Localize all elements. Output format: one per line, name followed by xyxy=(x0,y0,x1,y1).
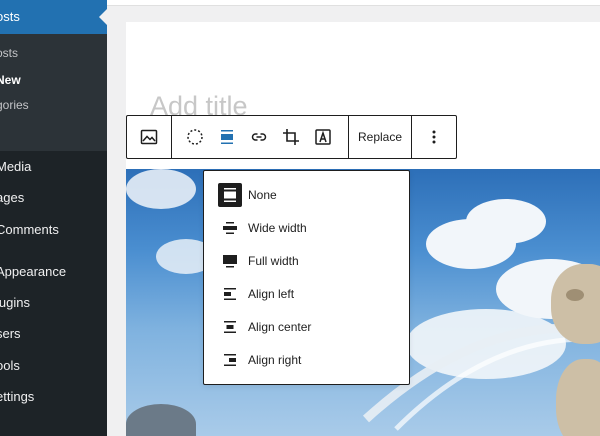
sidebar-item-label: osts xyxy=(0,9,20,24)
sidebar-item-tools[interactable]: ools xyxy=(0,358,20,373)
block-toolbar: Replace xyxy=(126,115,457,159)
sidebar-item-appearance[interactable]: Appearance xyxy=(0,264,66,279)
duotone-icon xyxy=(187,129,203,145)
align-option-label: Align right xyxy=(248,353,302,367)
duotone-button[interactable] xyxy=(179,116,211,158)
replace-label: Replace xyxy=(357,130,403,144)
replace-button[interactable]: Replace xyxy=(349,116,411,158)
sidebar-item-plugins[interactable]: lugins xyxy=(0,295,30,310)
photo-building xyxy=(126,404,196,436)
sidebar-item-settings[interactable]: ettings xyxy=(0,389,34,404)
align-option-none[interactable]: None xyxy=(204,179,409,212)
align-option-label: Align center xyxy=(248,320,312,334)
editor-header xyxy=(107,0,600,6)
align-right-icon xyxy=(218,348,242,372)
crop-button[interactable] xyxy=(275,116,307,158)
text-over-image-button[interactable] xyxy=(307,116,339,158)
align-option-label: Full width xyxy=(248,254,299,268)
sidebar-item-media[interactable]: Media xyxy=(0,159,31,174)
submenu-item-all-posts[interactable]: osts xyxy=(0,46,18,60)
more-options-icon xyxy=(432,130,436,144)
align-option-center[interactable]: Align center xyxy=(204,311,409,344)
sidebar-item-users[interactable]: sers xyxy=(0,326,21,341)
text-over-image-icon xyxy=(315,129,331,145)
align-option-label: None xyxy=(248,188,277,202)
sidebar-item-pages[interactable]: ages xyxy=(0,190,24,205)
align-option-full[interactable]: Full width xyxy=(204,245,409,278)
photo-merlion-head xyxy=(551,264,600,344)
align-center-icon xyxy=(218,315,242,339)
align-full-icon xyxy=(218,249,242,273)
align-option-label: Align left xyxy=(248,287,295,301)
photo-merlion-body xyxy=(556,359,600,436)
posts-submenu: osts New gories xyxy=(0,34,107,151)
admin-sidebar: osts osts New gories Media ages Comments… xyxy=(0,0,107,436)
align-button[interactable] xyxy=(211,116,243,158)
align-option-wide[interactable]: Wide width xyxy=(204,212,409,245)
block-type-button[interactable] xyxy=(127,116,171,158)
photo-merlion-eye xyxy=(566,289,584,301)
align-icon xyxy=(221,130,233,144)
align-option-left[interactable]: Align left xyxy=(204,278,409,311)
sidebar-item-comments[interactable]: Comments xyxy=(0,222,59,237)
alignment-dropdown: None Wide width Full width Align left Al… xyxy=(203,170,410,385)
align-left-icon xyxy=(218,282,242,306)
align-wide-icon xyxy=(218,216,242,240)
more-options-button[interactable] xyxy=(412,116,456,158)
crop-icon xyxy=(283,129,299,145)
submenu-item-add-new[interactable]: New xyxy=(0,73,21,87)
sidebar-item-posts[interactable]: osts xyxy=(0,0,107,34)
link-icon xyxy=(251,133,267,141)
submenu-item-categories[interactable]: gories xyxy=(0,98,29,112)
align-none-icon xyxy=(218,183,242,207)
link-button[interactable] xyxy=(243,116,275,158)
align-option-right[interactable]: Align right xyxy=(204,344,409,377)
active-indicator-arrow xyxy=(99,9,107,25)
image-icon xyxy=(140,129,158,145)
toolbar-divider xyxy=(171,116,172,158)
align-option-label: Wide width xyxy=(248,221,307,235)
